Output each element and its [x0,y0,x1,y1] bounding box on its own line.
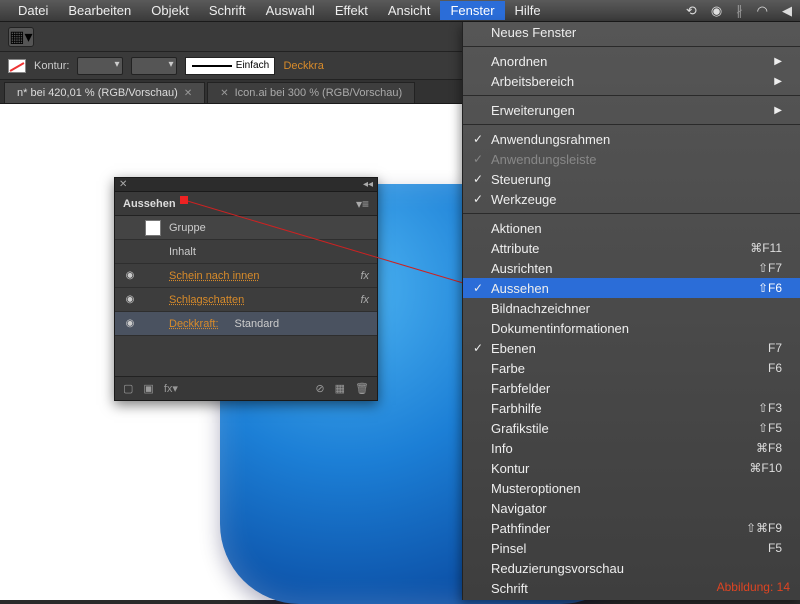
panel-menu-icon[interactable]: ▾≡ [356,197,369,211]
panel-footer: ▢ ▣ fx▾ ⊘ ▦ 🗑 [115,376,377,400]
appearance-panel: ✕ ◂◂ Aussehen ▾≡ Gruppe Inhalt ◉ Schein … [114,177,378,401]
menu-item-panel[interactable]: Kontur⌘F10 [463,458,800,478]
menu-item-panel[interactable]: Musteroptionen [463,478,800,498]
menu-item-panel[interactable]: Ausrichten⇧F7 [463,258,800,278]
menu-item-panel[interactable]: Dokumentinformationen [463,318,800,338]
deckkraft-label: Deckkra [283,60,323,72]
menu-item-panel[interactable]: Grafikstile⇧F5 [463,418,800,438]
appearance-target[interactable]: Gruppe [115,216,377,240]
kontur-label: Kontur: [34,60,69,72]
menu-item-panel[interactable]: Navigator [463,498,800,518]
menu-item-panel[interactable]: Farbhilfe⇧F3 [463,398,800,418]
panel-title[interactable]: Aussehen [123,198,176,210]
figure-caption: Abbildung: 14 [717,580,790,594]
menu-auswahl[interactable]: Auswahl [256,1,325,20]
layout-button[interactable]: ▦▾ [8,27,34,47]
close-tab-icon[interactable]: ✕ [184,88,192,99]
appearance-opacity-row[interactable]: ◉ Deckkraft: Standard [115,312,377,336]
fenster-menu-dropdown: Neues Fenster Anordnen▶ Arbeitsbereich▶ … [462,22,800,600]
menu-item-panel[interactable]: PinselF5 [463,538,800,558]
fill-swatch[interactable] [145,220,161,236]
menu-schrift[interactable]: Schrift [199,1,256,20]
clear-icon[interactable]: ⊘ [315,382,324,395]
menu-item-panel[interactable]: Pathfinder⇧⌘F9 [463,518,800,538]
menu-effekt[interactable]: Effekt [325,1,378,20]
menubar: Datei Bearbeiten Objekt Schrift Auswahl … [0,0,800,22]
new-stroke-icon[interactable]: ▢ [123,382,133,395]
menu-item-toggle: ✓Anwendungsleiste [463,149,800,169]
menu-item-panel[interactable]: Aktionen [463,218,800,238]
system-tray: ⟲ ◉ ∦ ◠ ◀ [686,3,792,19]
fx-icon[interactable]: fx [360,270,369,282]
trash-icon[interactable]: 🗑 [355,382,369,395]
menu-item-anordnen[interactable]: Anordnen▶ [463,51,800,71]
bluetooth-icon[interactable]: ∦ [736,3,743,19]
menu-objekt[interactable]: Objekt [141,1,199,20]
collapse-icon[interactable]: ◂◂ [363,179,373,190]
stroke-weight-value[interactable] [131,57,177,75]
menu-item-panel[interactable]: Bildnachzeichner [463,298,800,318]
menu-item-panel[interactable]: Farbfelder [463,378,800,398]
menu-item-erweiterungen[interactable]: Erweiterungen▶ [463,100,800,120]
menu-bearbeiten[interactable]: Bearbeiten [58,1,141,20]
menu-item-panel[interactable]: FarbeF6 [463,358,800,378]
menu-fenster[interactable]: Fenster [440,1,504,20]
menu-item-panel[interactable]: Info⌘F8 [463,438,800,458]
submenu-arrow-icon: ▶ [774,76,782,87]
close-icon[interactable]: ✕ [119,179,127,190]
menu-item-neues-fenster[interactable]: Neues Fenster [463,22,800,42]
document-tab[interactable]: ✕Icon.ai bei 300 % (RGB/Vorschau) [207,82,415,103]
add-effect-icon[interactable]: fx▾ [164,382,178,395]
close-tab-icon[interactable]: ✕ [220,88,228,99]
submenu-arrow-icon: ▶ [774,56,782,67]
annotation-marker [180,196,188,204]
stroke-style-dropdown[interactable]: Einfach [185,57,275,75]
visibility-icon[interactable]: ◉ [123,294,137,305]
appearance-effect-row[interactable]: ◉ Schein nach innen fx [115,264,377,288]
menu-item-toggle[interactable]: ✓Anwendungsrahmen [463,129,800,149]
menu-item-arbeitsbereich[interactable]: Arbeitsbereich▶ [463,71,800,91]
notification-icon[interactable]: ◉ [711,3,722,19]
menu-item-panel[interactable]: ✓EbenenF7 [463,338,800,358]
menu-item-toggle[interactable]: ✓Werkzeuge [463,189,800,209]
panel-header[interactable]: ✕ ◂◂ [115,178,377,192]
menu-ansicht[interactable]: Ansicht [378,1,441,20]
submenu-arrow-icon: ▶ [774,105,782,116]
menu-hilfe[interactable]: Hilfe [505,1,551,20]
new-fill-icon[interactable]: ▣ [143,382,153,395]
visibility-icon[interactable]: ◉ [123,318,137,329]
appearance-effect-row[interactable]: ◉ Schlagschatten fx [115,288,377,312]
menu-item-toggle[interactable]: ✓Steuerung [463,169,800,189]
visibility-icon[interactable]: ◉ [123,270,137,281]
menu-item-panel[interactable]: Reduzierungsvorschau [463,558,800,578]
fill-swatch[interactable] [8,59,26,73]
menu-item-panel[interactable]: Attribute⌘F11 [463,238,800,258]
appearance-contents[interactable]: Inhalt [115,240,377,264]
document-tab[interactable]: n* bei 420,01 % (RGB/Vorschau)✕ [4,82,205,103]
wifi-icon[interactable]: ◠ [757,3,768,19]
menu-item-panel[interactable]: ✓Aussehen⇧F6 [463,278,800,298]
sync-icon[interactable]: ⟲ [686,3,697,19]
fx-icon[interactable]: fx [360,294,369,306]
stroke-weight-dropdown[interactable] [77,57,123,75]
volume-icon[interactable]: ◀ [782,3,792,19]
duplicate-icon[interactable]: ▦ [335,382,345,395]
menu-datei[interactable]: Datei [8,1,58,20]
